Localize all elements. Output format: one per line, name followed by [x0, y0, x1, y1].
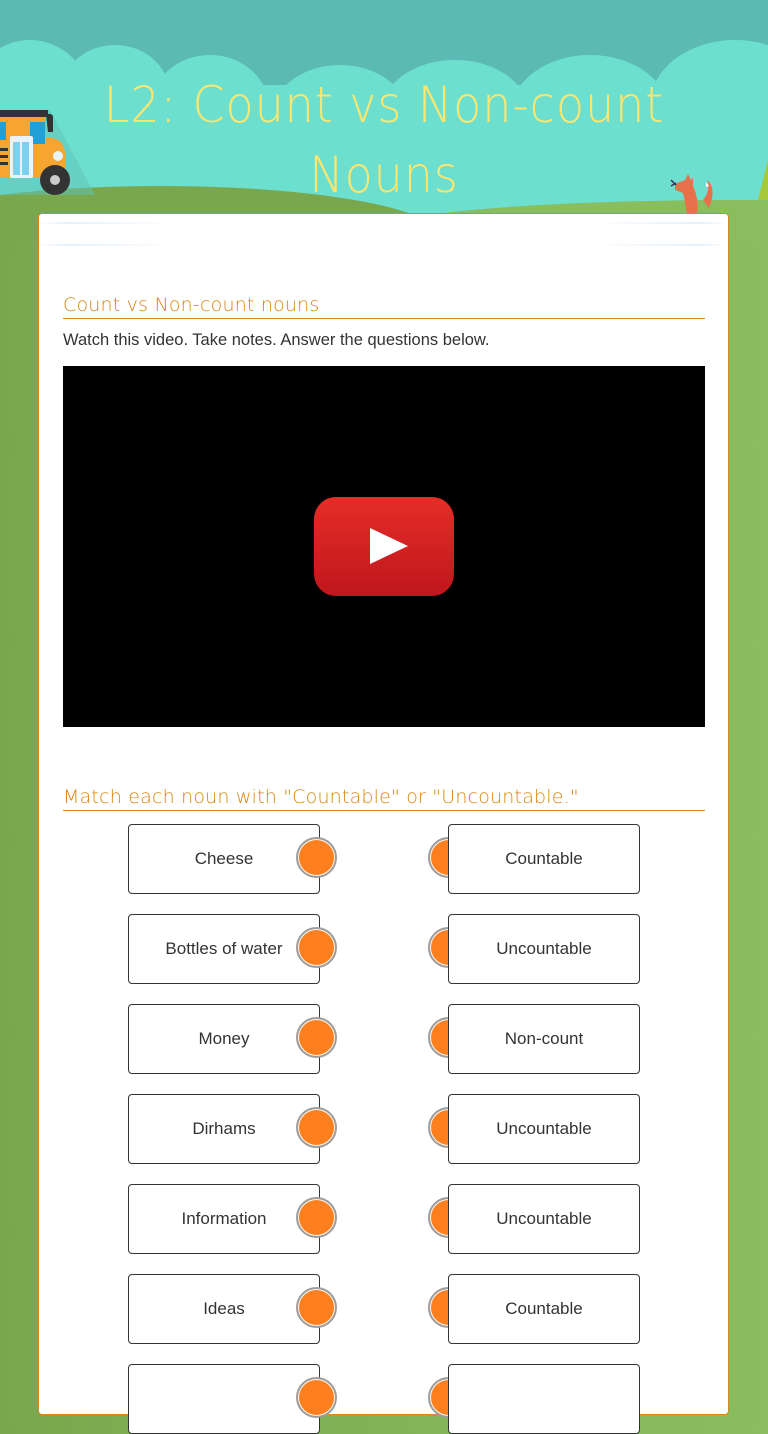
category-label: Uncountable [496, 1209, 592, 1228]
connector-dot-left[interactable] [296, 1377, 337, 1418]
play-icon [370, 528, 408, 564]
noun-card[interactable]: Money [128, 1004, 320, 1074]
instructions-text: Watch this video. Take notes. Answer the… [63, 331, 490, 349]
match-row: Bottles of water Uncountable [39, 914, 728, 984]
noun-label: Money [198, 1029, 250, 1048]
category-label: Uncountable [496, 939, 592, 958]
noun-card[interactable]: Bottles of water [128, 914, 320, 984]
category-card[interactable]: Uncountable [448, 1184, 640, 1254]
category-card[interactable]: Uncountable [448, 1094, 640, 1164]
category-label: Uncountable [496, 1119, 592, 1138]
card-stripe [39, 244, 728, 246]
category-label: Countable [505, 849, 583, 868]
card-stripe [39, 222, 728, 224]
section-title-matching: Match each noun with "Countable" or "Unc… [63, 786, 705, 811]
match-row: Ideas Countable [39, 1274, 728, 1344]
video-player[interactable] [63, 366, 705, 727]
school-bus-icon [0, 110, 95, 195]
noun-label: Bottles of water [165, 939, 283, 958]
tree-icon [758, 160, 768, 200]
category-card[interactable]: Countable [448, 1274, 640, 1344]
match-row [39, 1364, 728, 1434]
noun-label: Ideas [203, 1299, 245, 1318]
youtube-play-button[interactable] [314, 497, 454, 596]
noun-card[interactable]: Ideas [128, 1274, 320, 1344]
section-title-video: Count vs Non-count nouns [63, 294, 705, 319]
page-title: L2: Count vs Non-count Nouns [103, 76, 665, 204]
match-row: Cheese Countable [39, 824, 728, 894]
match-row: Money Non-count [39, 1004, 728, 1074]
worksheet-card: Count vs Non-count nouns Watch this vide… [38, 213, 729, 1434]
connector-dot-left[interactable] [296, 1197, 337, 1238]
noun-card[interactable] [128, 1364, 320, 1434]
noun-card[interactable]: Information [128, 1184, 320, 1254]
noun-label: Cheese [194, 849, 254, 868]
match-row: Dirhams Uncountable [39, 1094, 728, 1164]
category-label: Countable [505, 1299, 583, 1318]
noun-label: Dirhams [192, 1119, 256, 1138]
connector-dot-left[interactable] [296, 1107, 337, 1148]
worksheet-header: L2: Count vs Non-count Nouns [0, 0, 768, 240]
noun-card[interactable]: Dirhams [128, 1094, 320, 1164]
match-row: Information Uncountable [39, 1184, 728, 1254]
category-card[interactable]: Non-count [448, 1004, 640, 1074]
connector-dot-left[interactable] [296, 927, 337, 968]
noun-card[interactable]: Cheese [128, 824, 320, 894]
category-label: Non-count [504, 1029, 584, 1048]
noun-label: Information [181, 1209, 267, 1228]
connector-dot-left[interactable] [296, 837, 337, 878]
connector-dot-left[interactable] [296, 1287, 337, 1328]
connector-dot-left[interactable] [296, 1017, 337, 1058]
category-card[interactable] [448, 1364, 640, 1434]
category-card[interactable]: Countable [448, 824, 640, 894]
category-card[interactable]: Uncountable [448, 914, 640, 984]
